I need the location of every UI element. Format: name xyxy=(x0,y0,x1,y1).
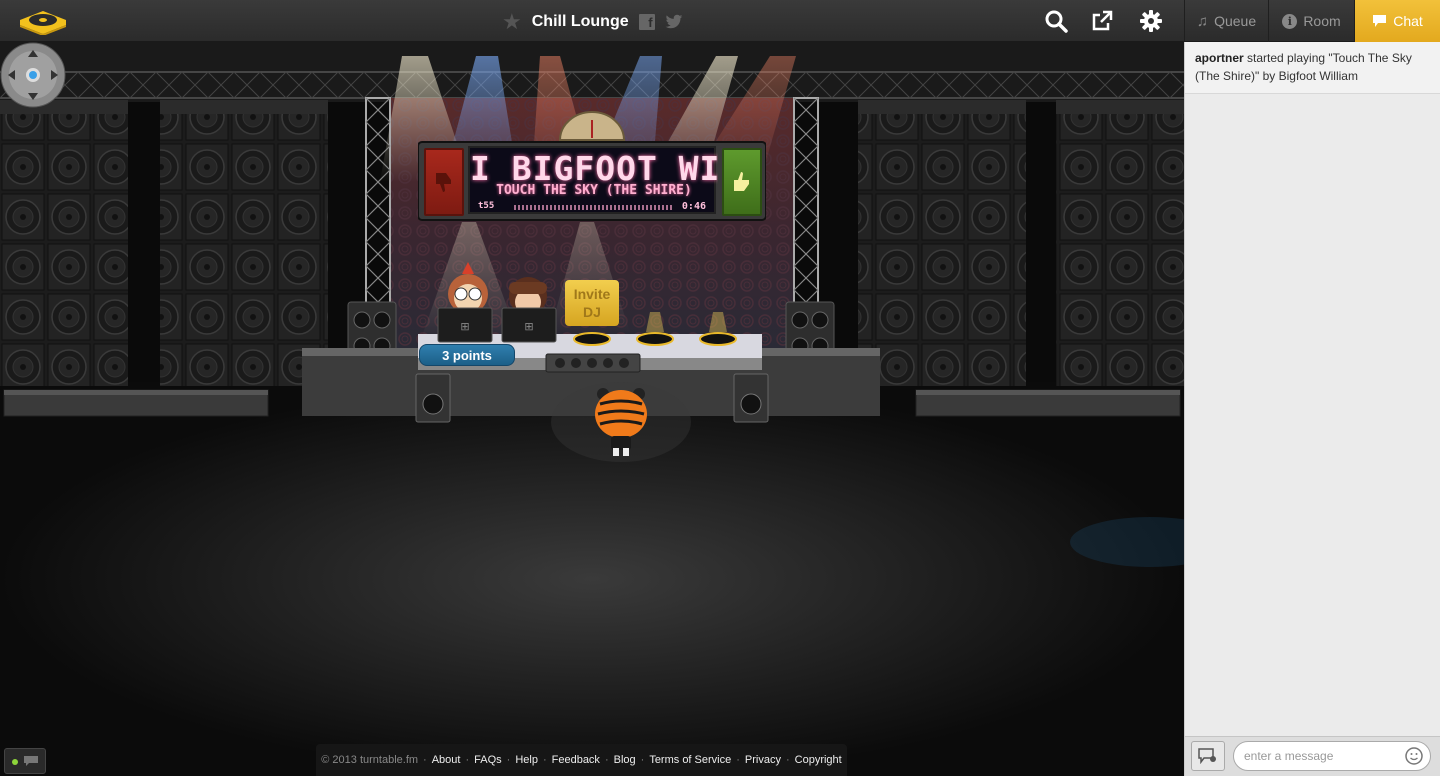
footer-link-privacy[interactable]: Privacy xyxy=(745,754,781,766)
top-bar: ★ Chill Lounge f ♫ Queue i Room Chat xyxy=(0,0,1440,42)
chat-settings-icon xyxy=(1198,748,1216,764)
footer-link-copyright[interactable]: Copyright xyxy=(795,754,842,766)
footer-link-terms[interactable]: Terms of Service xyxy=(649,754,731,766)
camera-nav-pad[interactable] xyxy=(0,42,66,108)
tab-queue-label: Queue xyxy=(1214,13,1257,29)
tab-room[interactable]: i Room xyxy=(1268,0,1354,42)
dj-points-badge: 3 points xyxy=(419,344,515,366)
tab-room-label: Room xyxy=(1303,13,1341,29)
star-icon[interactable]: ★ xyxy=(502,11,522,33)
side-tabs: ♫ Queue i Room Chat xyxy=(1184,0,1440,42)
footer-link-help[interactable]: Help xyxy=(515,754,538,766)
speaker-wall-left-2 xyxy=(160,114,328,386)
room-title: Chill Lounge xyxy=(531,13,629,30)
footer-link-blog[interactable]: Blog xyxy=(614,754,636,766)
chat-bubble-icon xyxy=(1373,15,1387,27)
tab-chat[interactable]: Chat xyxy=(1354,0,1440,42)
tab-queue[interactable]: ♫ Queue xyxy=(1184,0,1268,42)
smiley-icon[interactable] xyxy=(1405,747,1423,765)
footer-link-about[interactable]: About xyxy=(432,754,461,766)
share-icon[interactable] xyxy=(1090,9,1114,33)
awesome-button[interactable] xyxy=(722,148,762,216)
twitter-icon[interactable] xyxy=(665,14,683,30)
room-title-area: ★ Chill Lounge f xyxy=(502,10,683,34)
now-playing-board: I BIGFOOT WILL TOUCH THE SKY (THE SHIRE)… xyxy=(418,140,766,222)
chat-input-bar xyxy=(1185,736,1440,776)
music-note-icon: ♫ xyxy=(1196,12,1209,30)
svg-text:⊞: ⊞ xyxy=(524,320,533,333)
speaker-wall-right-1 xyxy=(858,114,1026,386)
song-progress-bar xyxy=(514,205,674,210)
tab-chat-label: Chat xyxy=(1393,13,1423,29)
footer-copyright: © 2013 turntable.fm xyxy=(321,754,419,766)
led-display: I BIGFOOT WILL TOUCH THE SKY (THE SHIRE)… xyxy=(468,146,718,214)
svg-text:⊞: ⊞ xyxy=(460,320,469,333)
invite-dj-button[interactable]: Invite DJ xyxy=(565,280,619,326)
chat-message-user[interactable]: aportner xyxy=(1195,51,1244,65)
lame-button[interactable] xyxy=(424,148,464,216)
speaker-wall-right-2 xyxy=(1056,114,1184,386)
footer: © 2013 turntable.fm · About · FAQs · Help ·… xyxy=(316,744,847,776)
thumbs-down-icon xyxy=(436,173,451,192)
turntable-logo-icon[interactable] xyxy=(18,8,68,35)
now-playing-remaining: 0:46 xyxy=(681,201,706,212)
now-playing-elapsed: t55 xyxy=(478,201,495,211)
chat-message: aportner started playing "Touch The Sky … xyxy=(1185,42,1440,94)
chat-message-input[interactable] xyxy=(1233,741,1431,771)
search-icon[interactable] xyxy=(1044,9,1068,33)
facebook-icon[interactable]: f xyxy=(638,14,655,30)
room-stage: ⊞ ⊞ I BIGFOOT WILL TOUCH THE SKY (THE SH… xyxy=(0,42,1184,776)
info-icon: i xyxy=(1282,13,1298,29)
status-dot-icon xyxy=(12,759,18,765)
footer-link-faqs[interactable]: FAQs xyxy=(474,754,502,766)
footer-link-feedback[interactable]: Feedback xyxy=(552,754,600,766)
now-playing-song: TOUCH THE SKY (THE SHIRE) xyxy=(496,183,692,198)
gear-icon[interactable] xyxy=(1139,9,1163,33)
chat-toggle-button[interactable] xyxy=(4,748,46,774)
speaker-wall-left-1 xyxy=(0,114,128,386)
thumbs-up-icon xyxy=(734,172,749,191)
chat-settings-button[interactable] xyxy=(1191,741,1225,771)
chat-icon xyxy=(24,756,38,766)
chat-panel: aportner started playing "Touch The Sky … xyxy=(1184,42,1440,776)
